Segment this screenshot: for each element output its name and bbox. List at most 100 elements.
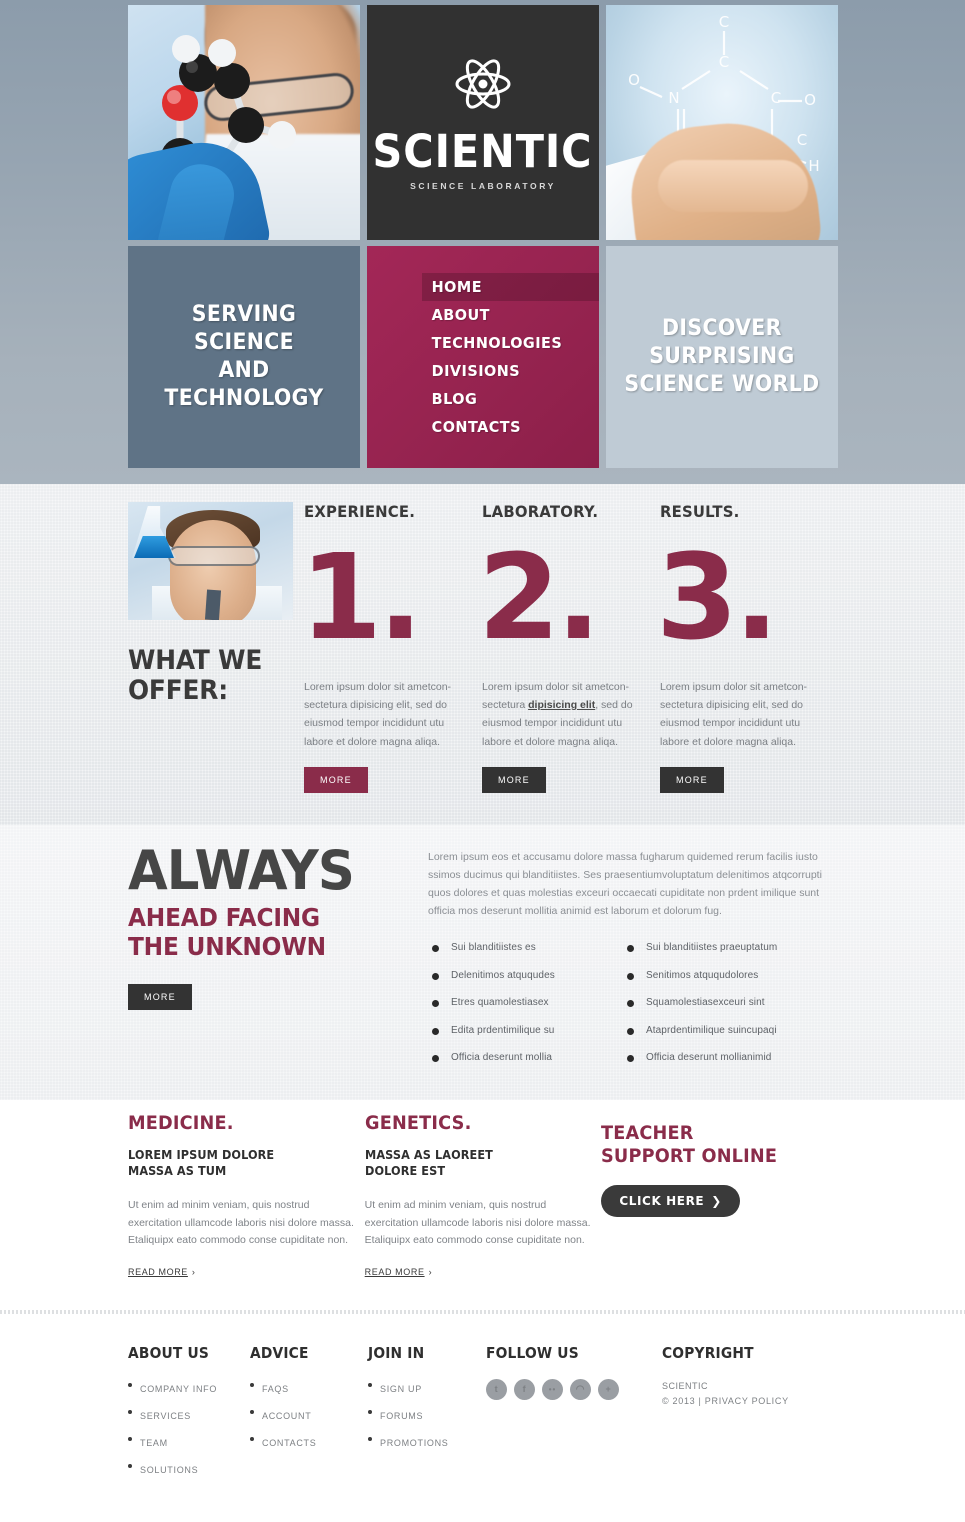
nav-link-contacts[interactable]: CONTACTS <box>427 413 587 441</box>
logo-subtitle: SCIENCE LABORATORY <box>410 180 556 191</box>
offer-item-number: 3. <box>656 528 779 666</box>
nav-item-divisions[interactable]: DIVISIONS <box>427 357 599 385</box>
offer-more-button-2[interactable]: MORE <box>482 767 546 794</box>
list-item[interactable]: PROMOTIONS <box>368 1433 486 1451</box>
column-heading: GENETICS. <box>364 1112 472 1134</box>
footer-column-follow-us: FOLLOW US t f •• ◠ + <box>486 1344 662 1487</box>
main-nav-list: HOME ABOUT TECHNOLOGIES DIVISIONS BLOG C… <box>367 273 599 441</box>
nav-link-divisions[interactable]: DIVISIONS <box>427 357 587 385</box>
read-more-link-medicine[interactable]: READ MORE › <box>128 1267 196 1277</box>
list-item[interactable]: Senitimos atququdolores <box>623 970 818 981</box>
what-we-offer-section: WHAT WE OFFER: EXPERIENCE. 1. Lorem ipsu… <box>0 484 965 825</box>
read-more-link-genetics[interactable]: READ MORE › <box>365 1267 433 1277</box>
offer-more-button-1[interactable]: MORE <box>304 767 368 794</box>
decorative-tie <box>204 589 222 620</box>
footer-column-copyright: COPYRIGHT SCIENTIC © 2013 | PRIVACY POLI… <box>662 1344 789 1487</box>
list-item[interactable]: Squamolestiasexceuri sint <box>623 997 818 1008</box>
offer-more-button-3[interactable]: MORE <box>660 767 724 794</box>
list-item[interactable]: Delenitimos atququdes <box>428 970 623 981</box>
footer-column-heading: FOLLOW US <box>486 1344 579 1362</box>
nav-item-home[interactable]: HOME <box>422 273 599 301</box>
footer-link[interactable]: FORUMS <box>380 1411 423 1421</box>
nav-link-home[interactable]: HOME <box>427 273 599 301</box>
always-more-button[interactable]: MORE <box>128 983 192 1010</box>
svg-text:O: O <box>804 91 816 109</box>
footer-column-heading: JOIN IN <box>368 1344 425 1362</box>
footer-link[interactable]: FAQS <box>262 1384 289 1394</box>
footer-link[interactable]: TEAM <box>140 1438 168 1448</box>
list-item[interactable]: FAQS <box>250 1379 368 1397</box>
list-item[interactable]: COMPANY INFO <box>128 1379 250 1397</box>
nav-item-contacts[interactable]: CONTACTS <box>427 413 599 441</box>
footer-column-about-us: ABOUT US COMPANY INFO SERVICES TEAM SOLU… <box>128 1344 250 1487</box>
atom-icon <box>455 58 511 109</box>
svg-text:O: O <box>628 71 640 89</box>
click-here-button[interactable]: CLICK HERE ❯ <box>601 1184 740 1217</box>
offer-inline-link[interactable]: dipisicing elit <box>528 699 595 711</box>
always-section: ALWAYS AHEAD FACING THE UNKNOWN MORE Lor… <box>0 825 965 1100</box>
slogan-right-text: DISCOVER SURPRISING SCIENCE WORLD <box>624 315 820 398</box>
offer-item-number: 2. <box>478 528 601 666</box>
site-logo-tile[interactable]: SCIENTIC SCIENCE LABORATORY <box>367 5 599 240</box>
share-plus-icon[interactable]: + <box>598 1379 619 1400</box>
flickr-icon[interactable]: •• <box>542 1379 563 1400</box>
list-item[interactable]: FORUMS <box>368 1406 486 1424</box>
list-item[interactable]: Sui blanditiistes praeuptatum <box>623 942 818 953</box>
svg-text:N: N <box>668 89 679 107</box>
footer-link[interactable]: CONTACTS <box>262 1438 316 1448</box>
footer-column-heading: ABOUT US <box>128 1344 209 1362</box>
footer-column-heading: ADVICE <box>250 1344 309 1362</box>
footer-link-list: COMPANY INFO SERVICES TEAM SOLUTIONS <box>128 1379 250 1478</box>
list-item[interactable]: TEAM <box>128 1433 250 1451</box>
column-paragraph: Ut enim ad minim veniam, quis nostrud ex… <box>128 1199 354 1246</box>
nav-link-about[interactable]: ABOUT <box>427 301 587 329</box>
logo-title: SCIENTIC <box>373 124 593 178</box>
privacy-policy-link[interactable]: © 2013 | PRIVACY POLICY <box>662 1396 789 1406</box>
offer-item-number: 1. <box>300 528 423 666</box>
column-subheading: LOREM IPSUM DOLORE MASSA AS TUM <box>128 1148 275 1178</box>
facebook-icon[interactable]: f <box>514 1379 535 1400</box>
footer-link[interactable]: ACCOUNT <box>262 1411 311 1421</box>
footer-column-heading: COPYRIGHT <box>662 1344 754 1362</box>
column-paragraph: Ut enim ad minim veniam, quis nostrud ex… <box>364 1199 591 1246</box>
footer-column-advice: ADVICE FAQS ACCOUNT CONTACTS <box>250 1344 368 1487</box>
list-item[interactable]: Edita prdentimilique su <box>428 1025 623 1036</box>
chevron-right-icon: ❯ <box>711 1193 722 1208</box>
nav-item-technologies[interactable]: TECHNOLOGIES <box>427 329 599 357</box>
nav-item-blog[interactable]: BLOG <box>427 385 599 413</box>
list-item[interactable]: SIGN UP <box>368 1379 486 1397</box>
list-item[interactable]: ACCOUNT <box>250 1406 368 1424</box>
list-item[interactable]: SOLUTIONS <box>128 1460 250 1478</box>
list-item[interactable]: Officia deserunt mollia <box>428 1052 623 1063</box>
page-footer: ABOUT US COMPANY INFO SERVICES TEAM SOLU… <box>0 1324 965 1522</box>
list-item[interactable]: Sui blanditiistes es <box>428 942 623 953</box>
nav-link-technologies[interactable]: TECHNOLOGIES <box>427 329 587 357</box>
copyright-brand: SCIENTIC <box>662 1381 709 1391</box>
offer-item-1: EXPERIENCE. 1. Lorem ipsum dolor sit ame… <box>300 484 482 825</box>
offer-item-heading: LABORATORY. <box>482 502 599 521</box>
offer-items-list: EXPERIENCE. 1. Lorem ipsum dolor sit ame… <box>300 484 838 825</box>
nav-item-about[interactable]: ABOUT <box>427 301 599 329</box>
footer-link[interactable]: COMPANY INFO <box>140 1384 217 1394</box>
rss-icon[interactable]: ◠ <box>570 1379 591 1400</box>
list-item[interactable]: Officia deserunt mollianimid <box>623 1052 818 1063</box>
twitter-icon[interactable]: t <box>486 1379 507 1400</box>
always-feature-lists: Sui blanditiistes es Delenitimos atququd… <box>428 942 838 1080</box>
footer-link[interactable]: SOLUTIONS <box>140 1465 198 1475</box>
footer-link[interactable]: PROMOTIONS <box>380 1438 449 1448</box>
list-item[interactable]: Etres quamolestiasex <box>428 997 623 1008</box>
hero-image-molecule-scientist <box>128 5 360 240</box>
list-item[interactable]: Ataprdentimilique suincupaqi <box>623 1025 818 1036</box>
footer-link-list: SIGN UP FORUMS PROMOTIONS <box>368 1379 486 1451</box>
scientist-portrait-image <box>128 502 293 620</box>
always-heading-main: ALWAYS <box>128 839 355 902</box>
offer-item-heading: RESULTS. <box>660 502 740 521</box>
svg-text:C: C <box>797 131 807 149</box>
always-content-column: Lorem ipsum eos et accusamu dolore massa… <box>428 845 838 1100</box>
footer-link[interactable]: SIGN UP <box>380 1384 422 1394</box>
list-item[interactable]: SERVICES <box>128 1406 250 1424</box>
footer-link[interactable]: SERVICES <box>140 1411 191 1421</box>
nav-link-blog[interactable]: BLOG <box>427 385 587 413</box>
list-item[interactable]: CONTACTS <box>250 1433 368 1451</box>
slogan-tile-right: DISCOVER SURPRISING SCIENCE WORLD <box>606 246 838 468</box>
